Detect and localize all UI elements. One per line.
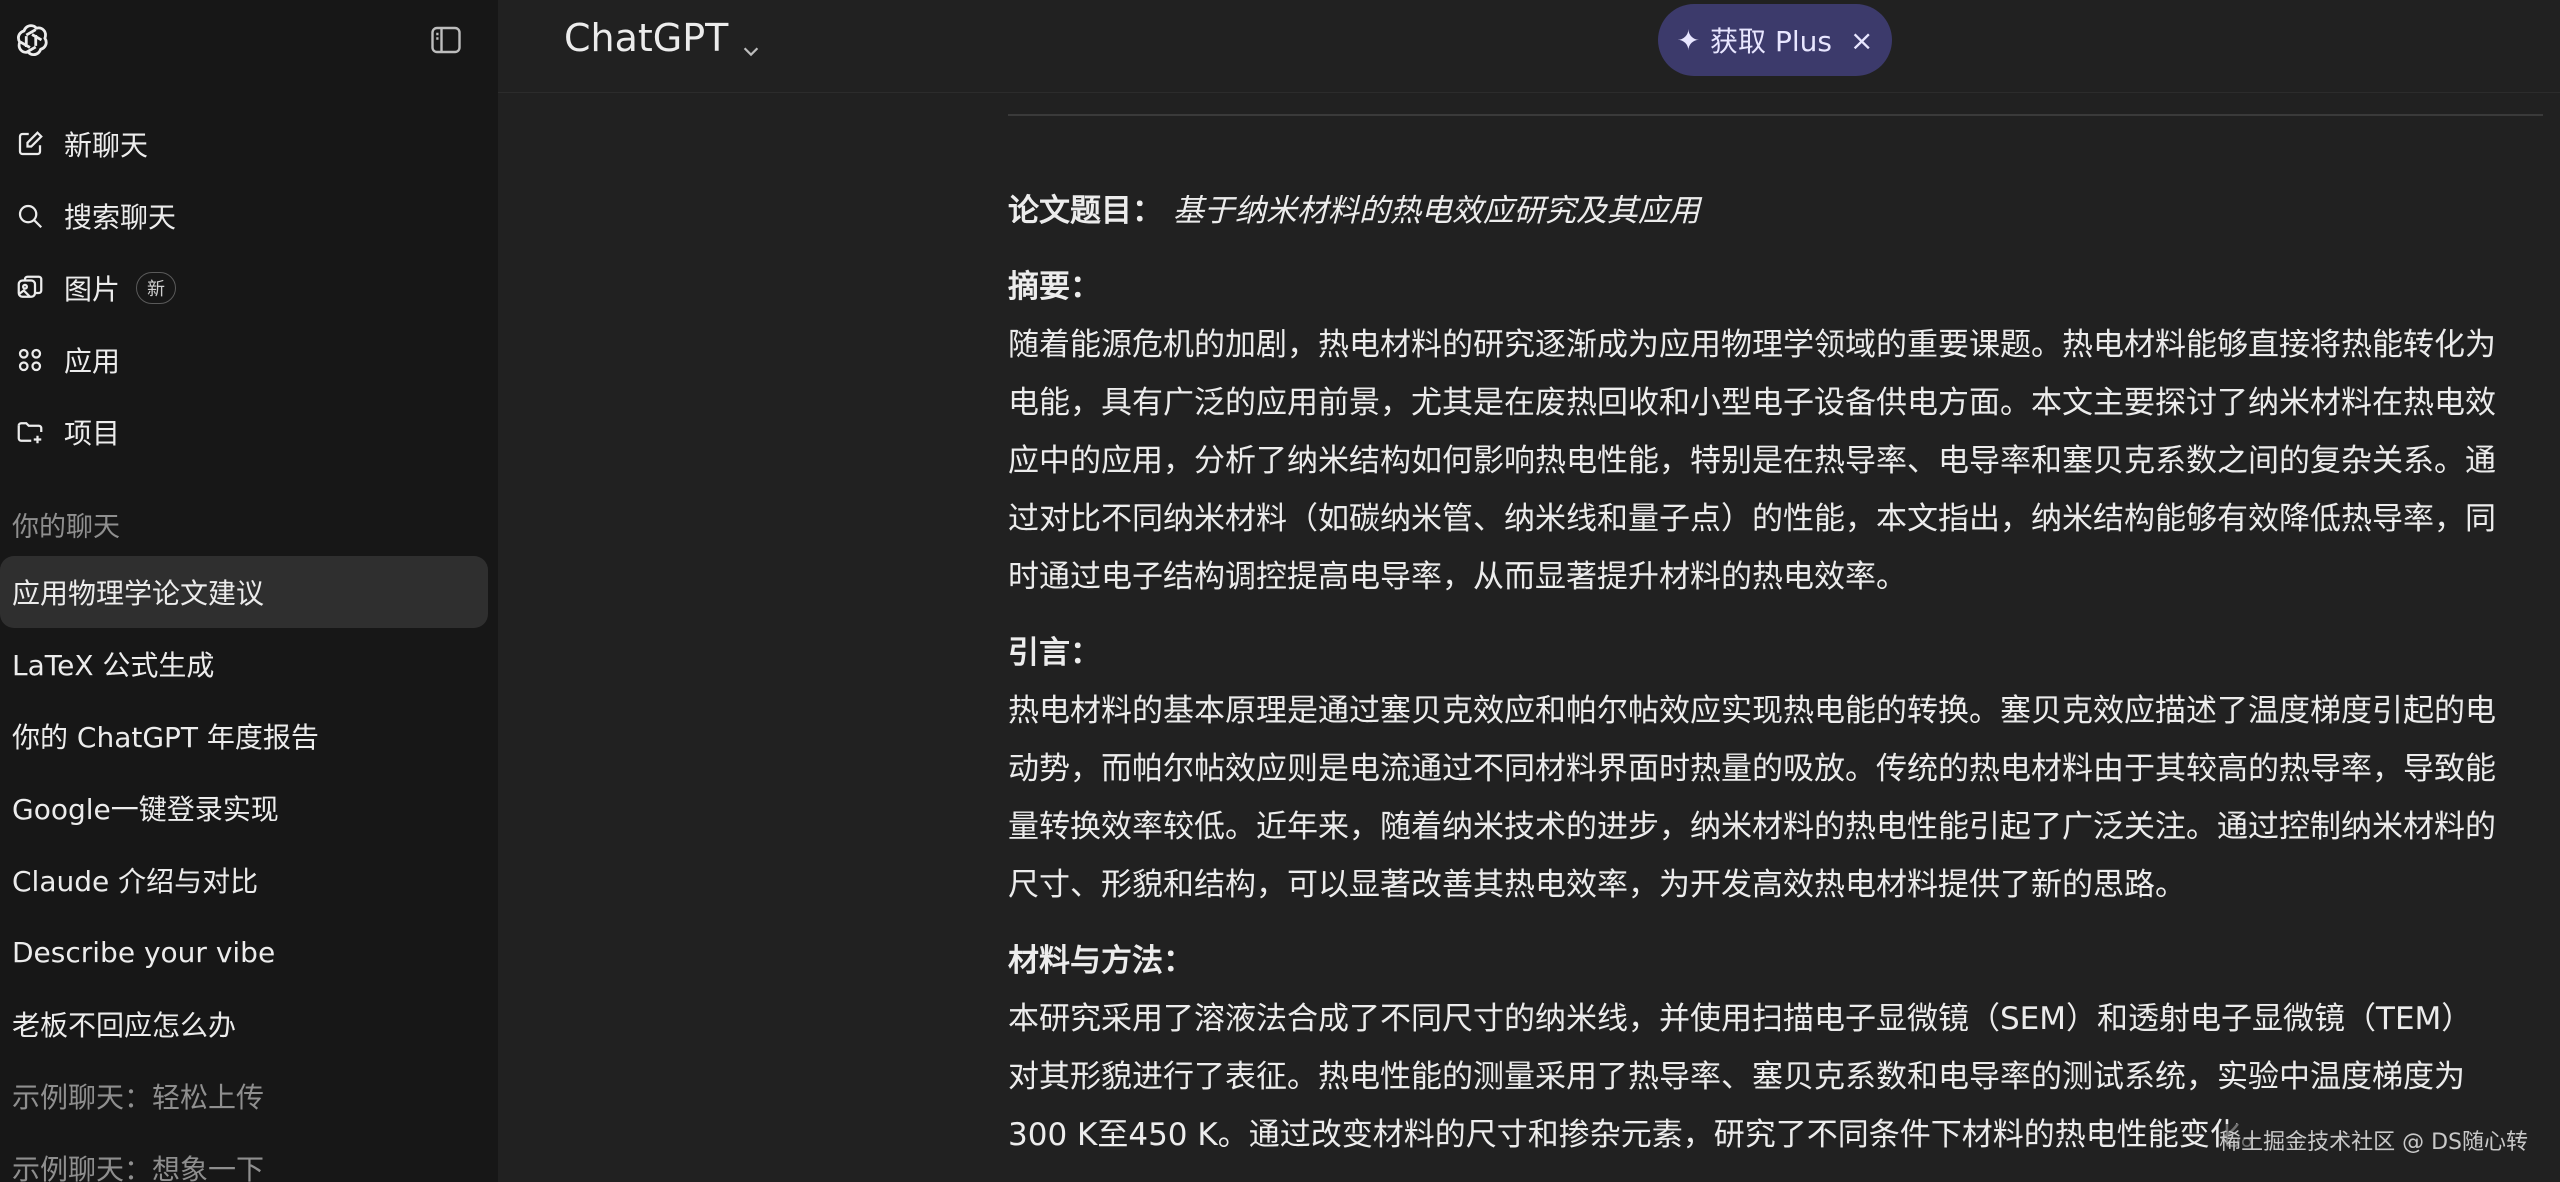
- section-heading: 摘要：: [1008, 269, 1101, 305]
- section-heading: 材料与方法：: [1008, 943, 1194, 979]
- paragraph-line: 随着能源危机的加剧，热电材料的研究逐渐成为应用物理学领域的重要课题。热电材料能够…: [1008, 327, 2496, 363]
- paper-title-value: 基于纳米材料的热电效应研究及其应用: [1172, 193, 1700, 229]
- projects-label: 项目: [64, 417, 121, 450]
- chat-item[interactable]: 你的 ChatGPT 年度报告: [0, 700, 488, 772]
- paper-title: 论文题目： 基于纳米材料的热电效应研究及其应用: [1008, 182, 2543, 240]
- chat-item[interactable]: 老板不回应怎么办: [0, 988, 488, 1060]
- section-heading: 引言：: [1008, 635, 1101, 671]
- images-button[interactable]: 图片 新: [12, 260, 177, 316]
- get-plus-label: 获取 Plus: [1710, 25, 1832, 58]
- projects-button[interactable]: 项目: [12, 404, 120, 460]
- paragraph-line: 应中的应用，分析了纳米结构如何影响热电性能，特别是在热导率、电导率和塞贝克系数之…: [1008, 443, 2496, 479]
- sidebar-toggle-icon[interactable]: [428, 22, 468, 58]
- apps-icon: [12, 342, 48, 378]
- chat-item[interactable]: Claude 介绍与对比: [0, 844, 488, 916]
- your-chats-label: 你的聊天: [12, 512, 120, 543]
- paragraph-line: 对其形貌进行了表征。热电性能的测量采用了热导率、塞贝克系数和电导率的测试系统，实…: [1008, 1059, 2465, 1095]
- model-name: ChatGPT: [564, 16, 729, 60]
- chat-item[interactable]: 应用物理学论文建议: [0, 556, 488, 628]
- new-chat-label: 新聊天: [64, 129, 149, 162]
- apps-button[interactable]: 应用: [12, 332, 120, 388]
- search-chats-label: 搜索聊天: [64, 201, 177, 234]
- search-chats-button[interactable]: 搜索聊天: [12, 188, 176, 244]
- top-header: ChatGPT ✦ 获取 Plus ×: [498, 0, 2560, 93]
- sidebar: 新聊天 搜索聊天 图片 新 应用 项目 你的聊天 应用物理学论文建议 LaTeX…: [0, 0, 498, 1182]
- paragraph-line: 时通过电子结构调控提高电导率，从而显著提升材料的热电效率。: [1008, 559, 1907, 595]
- chat-item[interactable]: Describe your vibe: [0, 916, 488, 988]
- openai-logo-icon[interactable]: [10, 20, 52, 62]
- new-chat-icon: [12, 126, 48, 162]
- paragraph-line: 尺寸、形貌和结构，可以显著改善其热电效率，为开发高效热电材料提供了新的思路。: [1008, 867, 2186, 903]
- new-badge: 新: [136, 272, 177, 304]
- sparkle-icon: ✦: [1676, 23, 1701, 57]
- new-chat-button[interactable]: 新聊天: [12, 116, 148, 172]
- paragraph-line: 量转换效率较低。近年来，随着纳米技术的进步，纳米材料的热电性能引起了广泛关注。通…: [1008, 809, 2496, 845]
- paragraph-line: 动势，而帕尔帖效应则是电流通过不同材料界面时热量的吸放。传统的热电材料由于其较高…: [1008, 751, 2496, 787]
- chevron-down-icon: [740, 27, 762, 57]
- model-selector[interactable]: ChatGPT: [564, 16, 762, 60]
- get-plus-button[interactable]: ✦ 获取 Plus ×: [1658, 4, 1892, 76]
- paragraph-line: 本研究采用了溶液法合成了不同尺寸的纳米线，并使用扫描电子显微镜（SEM）和透射电…: [1008, 1001, 2473, 1037]
- images-icon: [12, 270, 48, 306]
- folder-icon: [12, 414, 48, 450]
- divider: [1008, 114, 2543, 116]
- paragraph-line: 过对比不同纳米材料（如碳纳米管、纳米线和量子点）的性能，本文指出，纳米结构能够有…: [1008, 501, 2496, 537]
- apps-label: 应用: [64, 345, 121, 378]
- images-label: 图片: [64, 273, 121, 306]
- watermark: 稀土掘金技术社区 @ DS随心转: [2219, 1124, 2528, 1156]
- search-icon: [12, 198, 48, 234]
- close-icon[interactable]: ×: [1850, 24, 1873, 57]
- chat-item[interactable]: LaTeX 公式生成: [0, 628, 488, 700]
- chat-item[interactable]: Google一键登录实现: [0, 772, 488, 844]
- chat-item[interactable]: 示例聊天：轻松上传: [0, 1060, 488, 1132]
- assistant-message: 论文题目： 基于纳米材料的热电效应研究及其应用 摘要： 随着能源危机的加剧，热电…: [1008, 182, 2543, 1164]
- chat-item[interactable]: 示例聊天：想象一下: [0, 1132, 488, 1182]
- paragraph-line: 电能，具有广泛的应用前景，尤其是在废热回收和小型电子设备供电方面。本文主要探讨了…: [1008, 385, 2496, 421]
- paper-title-label: 论文题目：: [1008, 193, 1163, 229]
- paragraph-line: 热电材料的基本原理是通过塞贝克效应和帕尔帖效应实现热电能的转换。塞贝克效应描述了…: [1008, 693, 2496, 729]
